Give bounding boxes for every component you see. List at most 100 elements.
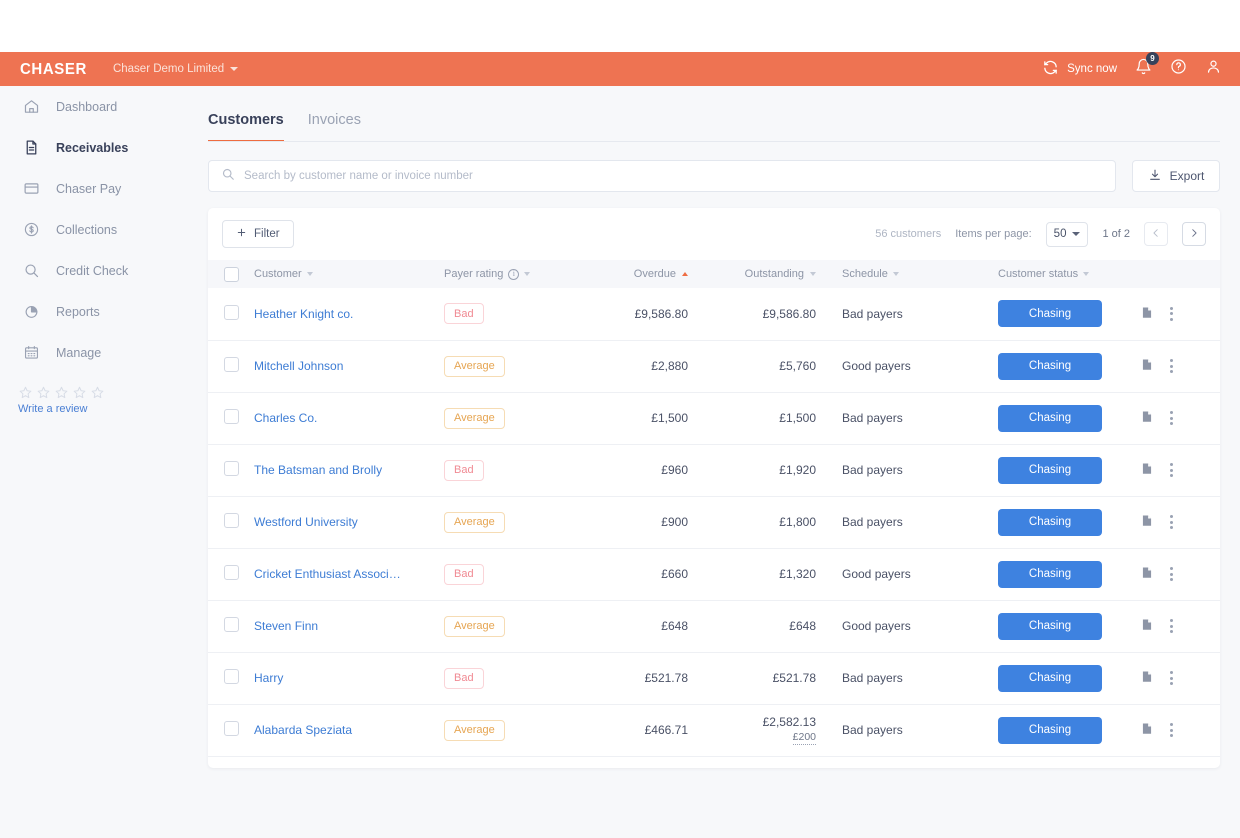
- chaser-logo[interactable]: CHASER: [20, 60, 87, 78]
- select-all-checkbox[interactable]: [224, 266, 239, 282]
- filter-button[interactable]: Filter: [222, 220, 294, 248]
- row-checkbox[interactable]: [224, 409, 239, 424]
- table-row[interactable]: Cricket Enthusiast Associ… Bad £660 £1,320 G…: [208, 548, 1220, 601]
- customer-status-button[interactable]: Chasing: [998, 404, 1102, 432]
- th-schedule[interactable]: Schedule: [830, 260, 980, 288]
- customer-status-button[interactable]: Chasing: [998, 300, 1102, 328]
- sort-caret-icon[interactable]: [810, 272, 816, 276]
- note-icon[interactable]: [1140, 669, 1154, 687]
- kebab-menu-icon[interactable]: [1168, 617, 1175, 635]
- kebab-menu-icon[interactable]: [1168, 513, 1175, 531]
- account-button[interactable]: [1205, 58, 1222, 80]
- row-checkbox[interactable]: [224, 565, 239, 580]
- row-checkbox[interactable]: [224, 513, 239, 528]
- sidebar-item-collections[interactable]: Collections: [0, 209, 200, 250]
- export-label: Export: [1169, 169, 1205, 183]
- table-row[interactable]: Harry Bad £521.78 £521.78 Bad payers Chasing: [208, 652, 1220, 705]
- tab-invoices[interactable]: Invoices: [308, 112, 361, 142]
- sidebar-item-dashboard[interactable]: Dashboard: [0, 86, 200, 127]
- note-icon[interactable]: [1140, 461, 1154, 479]
- th-outstanding[interactable]: Outstanding: [702, 260, 830, 288]
- sidebar-item-receivables[interactable]: Receivables: [0, 127, 200, 168]
- table-row[interactable]: Westford University Average £900 £1,800 Bad …: [208, 496, 1220, 549]
- note-icon[interactable]: [1140, 305, 1154, 323]
- customer-link[interactable]: Heather Knight co.: [254, 307, 353, 321]
- sidebar-item-reports[interactable]: Reports: [0, 291, 200, 332]
- cell-select: [208, 548, 254, 601]
- customer-status-button[interactable]: Chasing: [998, 456, 1102, 484]
- company-switcher[interactable]: Chaser Demo Limited: [113, 63, 239, 75]
- kebab-menu-icon[interactable]: [1168, 565, 1175, 583]
- kebab-menu-icon[interactable]: [1168, 357, 1175, 375]
- star-rating[interactable]: [18, 385, 200, 400]
- customer-link[interactable]: Harry: [254, 671, 283, 685]
- table-row[interactable]: Alabarda Speziata Average £466.71 £2,582.13…: [208, 704, 1220, 757]
- sort-caret-icon[interactable]: [524, 272, 531, 276]
- kebab-menu-icon[interactable]: [1168, 409, 1175, 427]
- plus-icon: [236, 227, 247, 241]
- kebab-menu-icon[interactable]: [1168, 669, 1175, 687]
- customer-link[interactable]: Cricket Enthusiast Associ…: [254, 567, 401, 581]
- tab-customers[interactable]: Customers: [208, 112, 284, 142]
- note-icon[interactable]: [1140, 617, 1154, 635]
- notifications-button[interactable]: 9: [1135, 52, 1159, 80]
- th-customer-status[interactable]: Customer status: [980, 260, 1140, 288]
- customer-link[interactable]: Steven Finn: [254, 619, 318, 633]
- row-checkbox[interactable]: [224, 357, 239, 372]
- table-row[interactable]: Mitchell Johnson Average £2,880 £5,760 Good …: [208, 340, 1220, 393]
- row-checkbox[interactable]: [224, 617, 239, 632]
- customer-status-button[interactable]: Chasing: [998, 352, 1102, 380]
- customer-status-button[interactable]: Chasing: [998, 716, 1102, 744]
- customer-link[interactable]: Charles Co.: [254, 411, 317, 425]
- sidebar-item-manage[interactable]: Manage: [0, 332, 200, 373]
- customer-link[interactable]: Mitchell Johnson: [254, 359, 343, 373]
- th-customer[interactable]: Customer: [254, 260, 432, 288]
- row-checkbox[interactable]: [224, 721, 239, 736]
- th-payer-rating[interactable]: Payer rating i: [432, 260, 582, 288]
- customer-status-button[interactable]: Chasing: [998, 560, 1102, 588]
- customer-status-button[interactable]: Chasing: [998, 664, 1102, 692]
- note-icon[interactable]: [1140, 409, 1154, 427]
- note-icon[interactable]: [1140, 513, 1154, 531]
- sort-caret-icon[interactable]: [1083, 272, 1090, 276]
- customer-link[interactable]: Alabarda Speziata: [254, 723, 352, 737]
- sidebar-item-credit-check[interactable]: Credit Check: [0, 250, 200, 291]
- row-checkbox[interactable]: [224, 304, 239, 320]
- note-icon[interactable]: [1140, 357, 1154, 375]
- sync-now-button[interactable]: Sync now: [1042, 59, 1117, 79]
- row-checkbox[interactable]: [224, 669, 239, 684]
- cell-outstanding-sub[interactable]: £200: [792, 731, 816, 745]
- cell-customer-status: Chasing: [980, 600, 1140, 653]
- search-input[interactable]: [244, 170, 1103, 182]
- sort-caret-icon[interactable]: [306, 272, 313, 276]
- table-row[interactable]: Heather Knight co. Bad £9,586.80 £9,586.80 B…: [208, 288, 1220, 341]
- table-row[interactable]: Charles Co. Average £1,500 £1,500 Bad payers…: [208, 392, 1220, 445]
- outstanding-amount: £1,320: [779, 567, 816, 581]
- refresh-icon: [1042, 59, 1059, 79]
- note-icon[interactable]: [1140, 565, 1154, 583]
- items-per-page-select[interactable]: 50: [1045, 221, 1089, 247]
- cell-outstanding: £1,320: [702, 548, 830, 601]
- customer-status-button[interactable]: Chasing: [998, 508, 1102, 536]
- table-row[interactable]: Steven Finn Average £648 £648 Good payers Cha…: [208, 600, 1220, 653]
- kebab-menu-icon[interactable]: [1168, 721, 1175, 739]
- kebab-menu-icon[interactable]: [1168, 461, 1175, 479]
- next-page-button[interactable]: [1182, 222, 1206, 246]
- customer-link[interactable]: Westford University: [254, 515, 358, 529]
- write-a-review-link[interactable]: Write a review: [18, 403, 200, 415]
- row-checkbox[interactable]: [224, 461, 239, 476]
- sidebar-item-chaser-pay[interactable]: Chaser Pay: [0, 168, 200, 209]
- note-icon[interactable]: [1140, 721, 1154, 739]
- previous-page-button[interactable]: [1144, 222, 1168, 246]
- table-row[interactable]: The Batsman and Brolly Bad £960 £1,920 Bad p…: [208, 444, 1220, 497]
- export-button[interactable]: Export: [1132, 160, 1220, 192]
- info-icon[interactable]: i: [508, 268, 520, 280]
- search-field-wrapper[interactable]: [208, 160, 1116, 192]
- th-overdue[interactable]: Overdue: [582, 260, 702, 288]
- customer-link[interactable]: The Batsman and Brolly: [254, 463, 382, 477]
- help-button[interactable]: [1170, 58, 1187, 80]
- customer-status-button[interactable]: Chasing: [998, 612, 1102, 640]
- kebab-menu-icon[interactable]: [1168, 305, 1175, 323]
- sort-caret-icon[interactable]: [892, 272, 899, 276]
- sort-caret-asc-icon[interactable]: [682, 272, 688, 276]
